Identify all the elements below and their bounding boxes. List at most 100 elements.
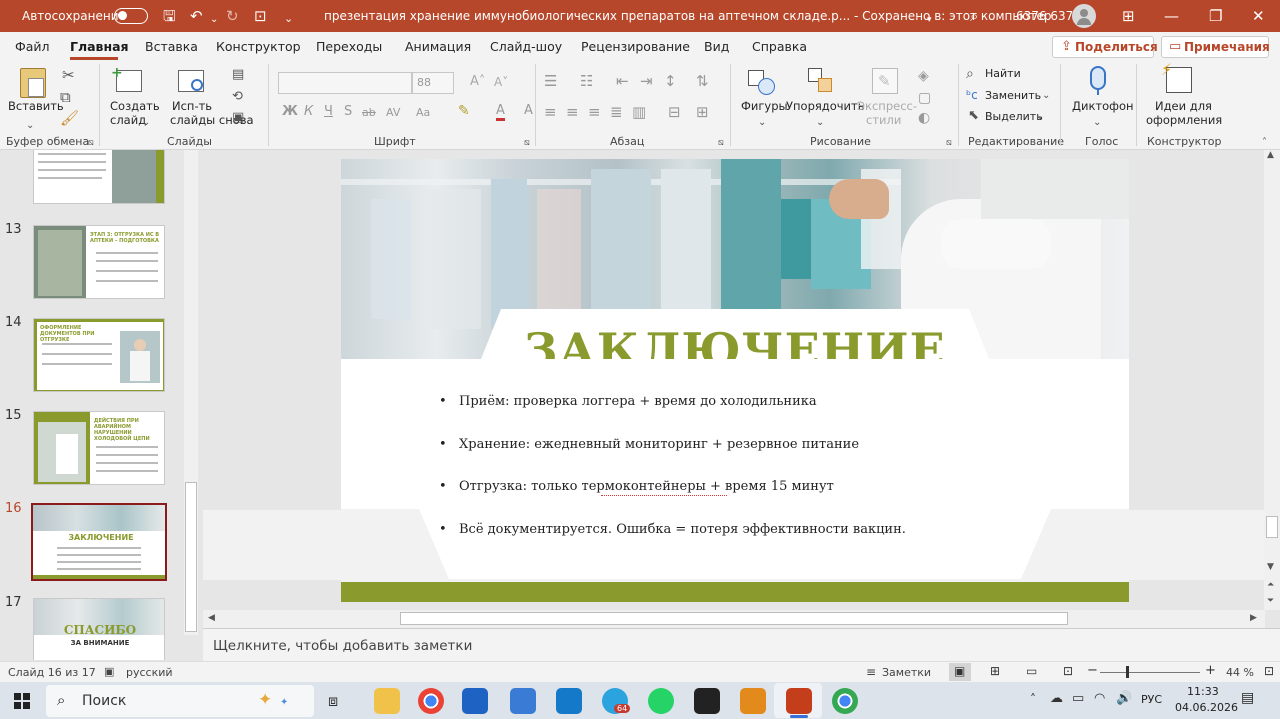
align-center-icon[interactable]: ≡ (566, 104, 579, 120)
notes-placeholder[interactable]: Щелкните, чтобы добавить заметки (213, 638, 472, 654)
ribbon-display-icon[interactable]: ⊞ (1122, 7, 1135, 25)
font-color-icon[interactable]: A (496, 104, 505, 121)
start-from-beginning-icon[interactable]: ⊡ (254, 7, 267, 25)
tab-home[interactable]: Главная (70, 39, 129, 54)
new-slide-dropdown-icon[interactable]: ⌄ (142, 115, 150, 131)
grow-font-icon[interactable]: A˄ (470, 74, 485, 90)
tab-animations[interactable]: Анимация (405, 39, 471, 54)
reset-icon[interactable]: ⟲ (232, 89, 243, 105)
battery-icon[interactable]: ▭ (1072, 691, 1084, 706)
select-button[interactable]: Выделить (985, 110, 1043, 123)
paste-button[interactable]: Вставить (8, 99, 64, 113)
scroll-right-icon[interactable]: ▶ (1250, 613, 1257, 623)
tab-help[interactable]: Справка (752, 39, 807, 54)
thumbnails-scrollbar[interactable] (184, 150, 198, 635)
paragraph-launcher-icon[interactable]: ⧅ (718, 135, 724, 151)
clipboard-launcher-icon[interactable]: ⧅ (88, 135, 94, 151)
zoom-level[interactable]: 44 % (1226, 666, 1254, 679)
find-button[interactable]: Найти (985, 67, 1021, 80)
bullet-item[interactable]: • Отгрузка: только термоконтейнеры + врем… (439, 479, 834, 494)
strikethrough-icon[interactable]: ab (362, 105, 376, 121)
wifi-icon[interactable]: ◠ (1094, 691, 1105, 706)
clock-date[interactable]: 04.06.2026 (1175, 701, 1238, 714)
cut-icon[interactable]: ✂ (62, 67, 75, 83)
zoom-out-icon[interactable]: − (1087, 663, 1098, 678)
tab-insert[interactable]: Вставка (145, 39, 198, 54)
tab-review[interactable]: Рецензирование (581, 39, 690, 54)
font-launcher-icon[interactable]: ⧅ (524, 135, 530, 151)
scroll-down-icon[interactable]: ▼ (1267, 562, 1274, 572)
font-size-combo[interactable]: 88 (412, 72, 454, 94)
chrome-profile-icon[interactable] (832, 688, 858, 714)
underline-icon[interactable]: Ч (324, 104, 333, 120)
current-slide[interactable]: ЗАКЛЮЧЕНИЕ • Приём: проверка логгера + вр… (341, 159, 1129, 602)
replace-icon[interactable]: ᵇc (966, 87, 978, 103)
section-icon[interactable]: ▣ (232, 110, 244, 126)
save-icon[interactable]: 🖫 (163, 7, 176, 25)
minimize-icon[interactable]: — (1164, 7, 1179, 25)
align-right-icon[interactable]: ≡ (588, 104, 601, 120)
decrease-indent-icon[interactable]: ⇤ (616, 73, 629, 89)
layout-icon[interactable]: ▤ (232, 67, 244, 83)
share-button[interactable]: ⇪ Поделиться (1052, 36, 1158, 58)
spelling-icon[interactable]: ▣ (104, 665, 114, 678)
copy-icon[interactable]: ⧉ (60, 89, 71, 105)
shrink-font-icon[interactable]: A˅ (494, 74, 508, 90)
tab-view[interactable]: Вид (704, 39, 729, 54)
italic-icon[interactable]: К (304, 104, 313, 120)
align-text-icon[interactable]: ⊟ (668, 104, 681, 120)
zoom-in-icon[interactable]: + (1205, 663, 1216, 678)
slide-thumbnail-15[interactable]: ДЕЙСТВИЯ ПРИ АВАРИЙНОМ НАРУШЕНИИ ХОЛОДОВ… (33, 411, 165, 485)
slide-thumbnail-12[interactable] (33, 150, 165, 204)
replace-dropdown-icon[interactable]: ⌄ (1042, 88, 1050, 104)
select-icon[interactable]: ⬉ (968, 108, 979, 124)
undo-dropdown-icon[interactable]: ⌄ (210, 11, 218, 29)
collapse-ribbon-icon[interactable]: ˄ (1262, 135, 1267, 151)
volume-icon[interactable]: 🔊 (1116, 691, 1132, 706)
reuse-slides-label[interactable]: Исп-ть (172, 99, 212, 113)
bold-icon[interactable]: Ж (282, 104, 298, 120)
smartart-icon[interactable]: ⊞ (696, 104, 709, 120)
justify-icon[interactable]: ≣ (610, 104, 623, 120)
character-spacing-icon[interactable]: AV (386, 105, 400, 121)
slide-sorter-icon[interactable]: ⊞ (990, 664, 1000, 678)
reading-view-icon[interactable]: ▭ (1026, 664, 1037, 678)
tab-transitions[interactable]: Переходы (316, 39, 382, 54)
design-ideas-icon[interactable]: ⚡ (1161, 60, 1192, 93)
find-icon[interactable]: ⌕ (966, 66, 974, 82)
shapes-dropdown-icon[interactable]: ⌄ (758, 115, 766, 131)
notes-pane[interactable]: Щелкните, чтобы добавить заметки (203, 628, 1280, 661)
quick-styles-label[interactable]: Экспресс- (857, 99, 917, 113)
columns-icon[interactable]: ▥ (632, 104, 646, 120)
tiktok-icon[interactable] (694, 688, 720, 714)
chrome-icon[interactable] (418, 688, 444, 714)
bullet-item[interactable]: • Хранение: ежедневный мониторинг + резер… (439, 437, 859, 452)
shapes-icon[interactable] (748, 70, 776, 96)
screenshot-tool-icon[interactable] (510, 688, 536, 714)
paste-dropdown-icon[interactable]: ⌄ (26, 118, 34, 134)
dictate-dropdown-icon[interactable]: ⌄ (1093, 115, 1101, 131)
onedrive-icon[interactable]: ☁ (1050, 691, 1063, 706)
shapes-button[interactable]: Фигуры (741, 99, 788, 113)
notes-toggle-button[interactable]: Заметки (882, 666, 931, 679)
fit-to-window-icon[interactable]: ⊡ (1264, 664, 1274, 678)
thumbnails-scroll-thumb[interactable] (185, 482, 197, 632)
numbering-icon[interactable]: ☷ (580, 73, 593, 89)
whatsapp-icon[interactable] (648, 688, 674, 714)
format-painter-icon[interactable]: 🖌 (60, 110, 79, 126)
notes-icon[interactable]: ≡ (866, 665, 876, 679)
language-indicator[interactable]: русский (126, 666, 173, 679)
vertical-scroll-thumb[interactable] (1266, 516, 1278, 538)
redo-icon[interactable]: ↻ (226, 7, 239, 25)
slide-thumbnail-16[interactable]: ЗАКЛЮЧЕНИЕ (31, 503, 167, 581)
microphone-icon[interactable] (1090, 66, 1106, 90)
design-ideas-label[interactable]: Идеи для (1155, 99, 1212, 113)
new-slide-label[interactable]: Создать (110, 99, 160, 113)
undo-icon[interactable]: ↶ (190, 7, 203, 25)
arrange-icon[interactable] (808, 68, 834, 94)
bullet-item[interactable]: • Приём: проверка логгера + время до холо… (439, 394, 817, 409)
title-dropdown-icon[interactable]: ▾ (927, 11, 932, 29)
design-ideas-label-2[interactable]: оформления (1146, 113, 1222, 127)
drawing-launcher-icon[interactable]: ⧅ (946, 135, 952, 151)
normal-view-icon[interactable]: ▣ (954, 664, 965, 678)
